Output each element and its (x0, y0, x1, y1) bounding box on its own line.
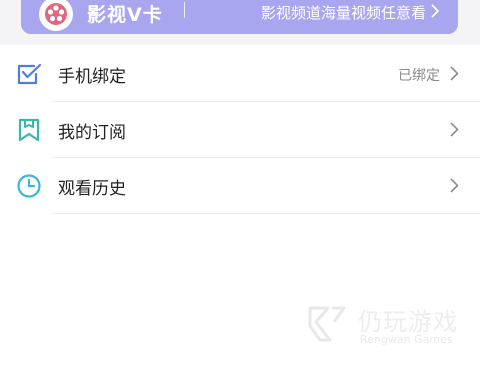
vip-card-title: 影视V卡 (87, 4, 163, 26)
phone-bind-icon (16, 61, 42, 87)
vip-card-banner[interactable]: 影视V卡 影视频道海量视频任意看 (21, 0, 458, 34)
menu-item-label: 观看历史 (58, 179, 126, 199)
binding-status-text: 已绑定 (398, 68, 440, 84)
menu-item-watch-history[interactable]: 观看历史 (0, 158, 480, 214)
menu-item-my-subscriptions[interactable]: 我的订阅 (0, 102, 480, 158)
vip-card-description: 影视频道海量视频任意看 (260, 4, 426, 22)
clock-icon (16, 173, 42, 199)
bookmark-icon (16, 117, 42, 143)
watermark-english-name: Rengwan Games (360, 333, 453, 346)
watermark-name: 仍玩游戏 (358, 308, 458, 336)
film-reel-icon (39, 0, 73, 31)
vip-card-divider (184, 2, 185, 18)
chevron-right-icon (431, 3, 440, 22)
watermark-logo-icon (306, 302, 350, 350)
menu-item-label: 手机绑定 (58, 67, 126, 87)
chevron-right-icon (450, 66, 459, 85)
watermark: 仍玩游戏 Rengwan Games (306, 300, 476, 360)
chevron-right-icon (450, 178, 459, 197)
menu-item-phone-binding[interactable]: 手机绑定 已绑定 (0, 46, 480, 102)
row-divider (52, 213, 480, 214)
chevron-right-icon (450, 122, 459, 141)
menu-item-label: 我的订阅 (58, 123, 126, 143)
